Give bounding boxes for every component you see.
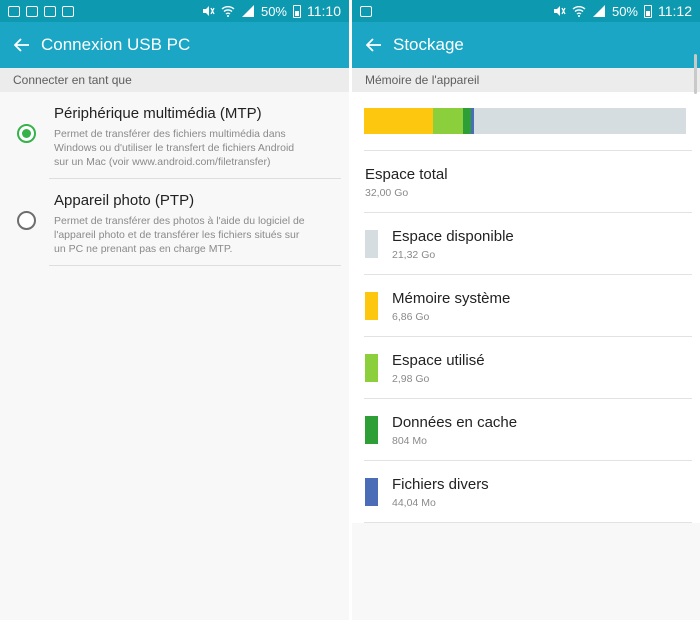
image-icon (26, 5, 38, 17)
status-bar: 50% 11:10 (0, 0, 349, 22)
row-value: 32,00 Go (365, 187, 409, 199)
storage-usage-bar (364, 108, 686, 134)
clock: 11:10 (307, 3, 341, 19)
option-description: Permet de transférer des photos à l'aide… (54, 214, 335, 256)
app-bar: Stockage (352, 22, 700, 68)
clock: 11:12 (658, 3, 692, 19)
notification-icons (360, 5, 372, 17)
option-description-line: Windows ou d'utiliser le transfert de fi… (54, 142, 295, 154)
row-label: Espace disponible (392, 228, 514, 245)
back-arrow-icon[interactable] (364, 35, 384, 55)
option-description-line: sur un Mac (voir www.android.com/filetra… (54, 156, 271, 168)
usb-pc-connection-screen: 50% 11:10 Connexion USB PC Connecter en … (0, 0, 349, 620)
total-space-row[interactable]: Espace total 32,00 Go (352, 150, 700, 212)
row-value: 21,32 Go (392, 249, 436, 261)
radio-mtp[interactable] (17, 124, 36, 143)
color-swatch (365, 478, 378, 506)
option-description-line: un PC ne prenant pas en charge MTP. (54, 243, 233, 255)
app-bar: Connexion USB PC (0, 22, 349, 68)
divider (364, 274, 692, 275)
section-header: Connecter en tant que (0, 68, 349, 92)
image-icon (62, 5, 74, 17)
divider (364, 460, 692, 461)
wifi-icon (221, 4, 235, 18)
mute-icon (552, 4, 566, 18)
storage-row-cache[interactable]: Données en cache 804 Mo (352, 398, 700, 460)
usage-segment (432, 108, 463, 134)
signal-icon (592, 4, 606, 18)
divider (364, 522, 692, 523)
divider (364, 336, 692, 337)
option-title: Appareil photo (PTP) (54, 192, 195, 209)
row-label: Espace utilisé (392, 352, 485, 369)
usage-segment (364, 108, 433, 134)
page-title: Stockage (393, 35, 464, 54)
usage-segment (470, 108, 474, 134)
battery-icon (293, 4, 301, 18)
divider (49, 265, 341, 266)
row-value: 6,86 Go (392, 311, 430, 323)
row-value: 44,04 Mo (392, 497, 436, 509)
option-description-line: Permet de transférer des fichiers multim… (54, 128, 286, 140)
back-arrow-icon[interactable] (12, 35, 32, 55)
list-end (352, 522, 700, 523)
divider (364, 150, 692, 151)
status-bar: 50% 11:12 (352, 0, 700, 22)
divider (364, 212, 692, 213)
color-swatch (365, 354, 378, 382)
scrollbar[interactable] (694, 54, 697, 94)
notification-icons (8, 5, 74, 17)
row-label: Mémoire système (392, 290, 511, 307)
signal-icon (241, 4, 255, 18)
row-value: 804 Mo (392, 435, 428, 447)
battery-percent: 50% (260, 3, 287, 19)
divider (364, 398, 692, 399)
row-value: 2,98 Go (392, 373, 430, 385)
row-label: Données en cache (392, 414, 518, 431)
image-icon (360, 5, 372, 17)
battery-icon (644, 4, 652, 18)
mute-icon (201, 4, 215, 18)
storage-usage (352, 92, 700, 150)
option-description-line: Permet de transférer des photos à l'aide… (54, 215, 305, 227)
page-title: Connexion USB PC (41, 35, 191, 54)
image-icon (44, 5, 56, 17)
color-swatch (365, 230, 378, 258)
row-label: Espace total (365, 166, 448, 183)
option-description-line: l'appareil photo et de transférer les fi… (54, 229, 300, 241)
row-label: Fichiers divers (392, 476, 489, 493)
storage-row-misc[interactable]: Fichiers divers 44,04 Mo (352, 460, 700, 522)
storage-row-system[interactable]: Mémoire système 6,86 Go (352, 274, 700, 336)
usage-segment (462, 108, 471, 134)
option-title: Périphérique multimédia (MTP) (54, 105, 262, 122)
color-swatch (365, 292, 378, 320)
battery-percent: 50% (611, 3, 638, 19)
color-swatch (365, 416, 378, 444)
option-description: Permet de transférer des fichiers multim… (54, 127, 335, 169)
storage-row-used[interactable]: Espace utilisé 2,98 Go (352, 336, 700, 398)
option-mtp[interactable]: Périphérique multimédia (MTP) Permet de … (0, 92, 349, 179)
screen: 50% 11:10 Connexion USB PC Connecter en … (0, 0, 700, 620)
radio-ptp[interactable] (17, 211, 36, 230)
storage-screen: 50% 11:12 Stockage Mémoire de l'appareil… (352, 0, 700, 620)
wifi-icon (572, 4, 586, 18)
storage-row-available[interactable]: Espace disponible 21,32 Go (352, 212, 700, 274)
option-ptp[interactable]: Appareil photo (PTP) Permet de transfére… (0, 179, 349, 266)
section-header: Mémoire de l'appareil (352, 68, 700, 92)
image-icon (8, 5, 20, 17)
